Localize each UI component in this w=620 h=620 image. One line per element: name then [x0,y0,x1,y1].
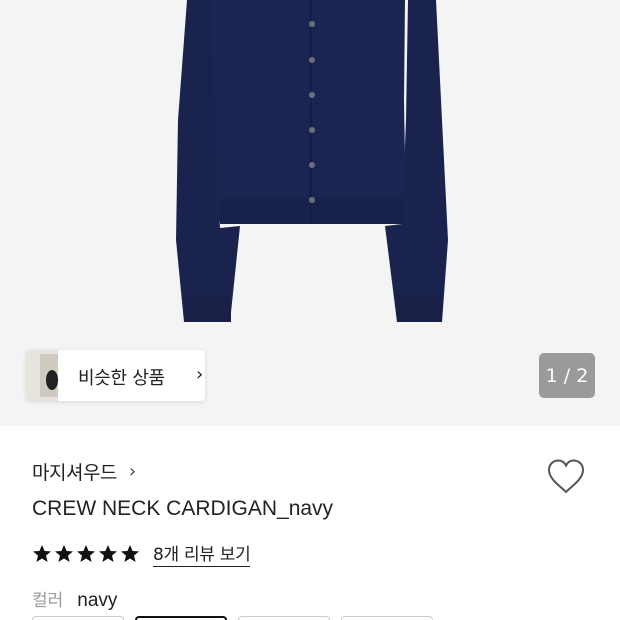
heart-outline-icon[interactable] [546,458,586,496]
image-page-indicator: 1 / 2 [539,353,595,398]
color-swatch-selected[interactable] [135,616,227,620]
color-swatch[interactable] [238,616,330,620]
option-label: 컬러 [32,591,64,611]
rating-summary: 8개 리뷰 보기 [32,540,251,567]
similar-product-thumbnail [26,350,58,401]
color-swatch[interactable] [32,616,124,620]
star-filled-icon [33,544,51,562]
option-value: navy [77,590,118,611]
star-filled-icon [77,544,95,562]
brand-link[interactable]: 마지셔우드 › [32,458,136,485]
chevron-right-icon: › [196,364,204,385]
similar-products-button[interactable]: 비슷한 상품 › [26,350,205,401]
similar-products-label: 비슷한 상품 [78,368,165,389]
color-swatch[interactable] [341,616,433,620]
star-rating [32,544,140,564]
star-filled-icon [121,544,139,562]
star-filled-icon [55,544,73,562]
view-reviews-link[interactable]: 8개 리뷰 보기 [153,540,251,567]
color-option: 컬러 navy [32,586,117,612]
product-image-gallery[interactable]: 비슷한 상품 › 1 / 2 [0,0,620,426]
star-filled-icon [99,544,117,562]
chevron-right-icon: › [128,461,137,482]
color-swatches [32,616,433,620]
product-name: CREW NECK CARDIGAN_navy [32,497,334,520]
brand-name: 마지셔우드 [32,462,117,484]
